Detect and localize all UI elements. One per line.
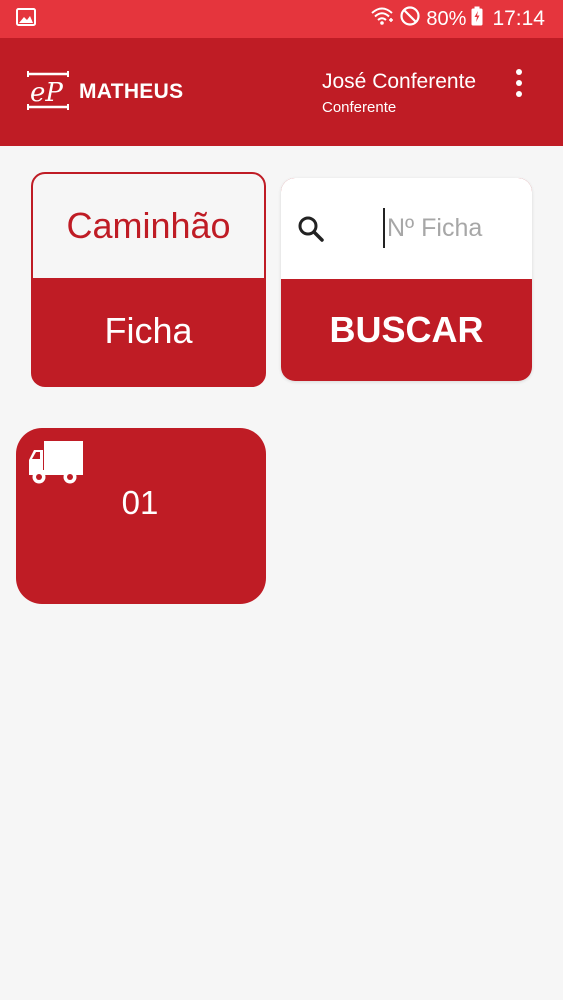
battery-charging-icon: [471, 6, 483, 32]
more-vert-dot: [516, 91, 522, 97]
search-field-container: [281, 178, 532, 279]
app-name: MATHEUS: [79, 80, 184, 103]
battery-percentage: 80%: [426, 7, 467, 30]
app-logo-icon: eP: [25, 70, 71, 112]
toggle-option-caminhao[interactable]: Caminhão: [33, 174, 264, 278]
result-tile[interactable]: 01: [16, 428, 266, 604]
app-bar: eP MATHEUS José Conferente Conferente: [0, 38, 563, 146]
svg-text:eP: eP: [30, 78, 63, 108]
wifi-icon: [370, 6, 394, 32]
more-vert-icon: [516, 69, 522, 75]
more-options-button[interactable]: [506, 66, 532, 100]
search-card: BUSCAR: [281, 178, 532, 381]
toggle-option-ficha[interactable]: Ficha: [33, 278, 264, 384]
image-icon: [16, 7, 36, 31]
search-button[interactable]: BUSCAR: [281, 279, 532, 381]
result-tile-label: 01: [121, 484, 159, 521]
truck-icon: [28, 440, 84, 486]
more-vert-dot: [516, 80, 522, 86]
search-mode-toggle: Caminhão Ficha: [31, 172, 266, 387]
user-name: José Conferente: [322, 70, 477, 93]
user-role: Conferente: [322, 99, 397, 116]
ficha-number-input[interactable]: [383, 208, 523, 248]
clock: 17:14: [492, 7, 545, 30]
search-icon: [296, 214, 326, 244]
status-bar: 80% 17:14: [0, 0, 563, 38]
do-not-disturb-icon: [399, 5, 421, 33]
